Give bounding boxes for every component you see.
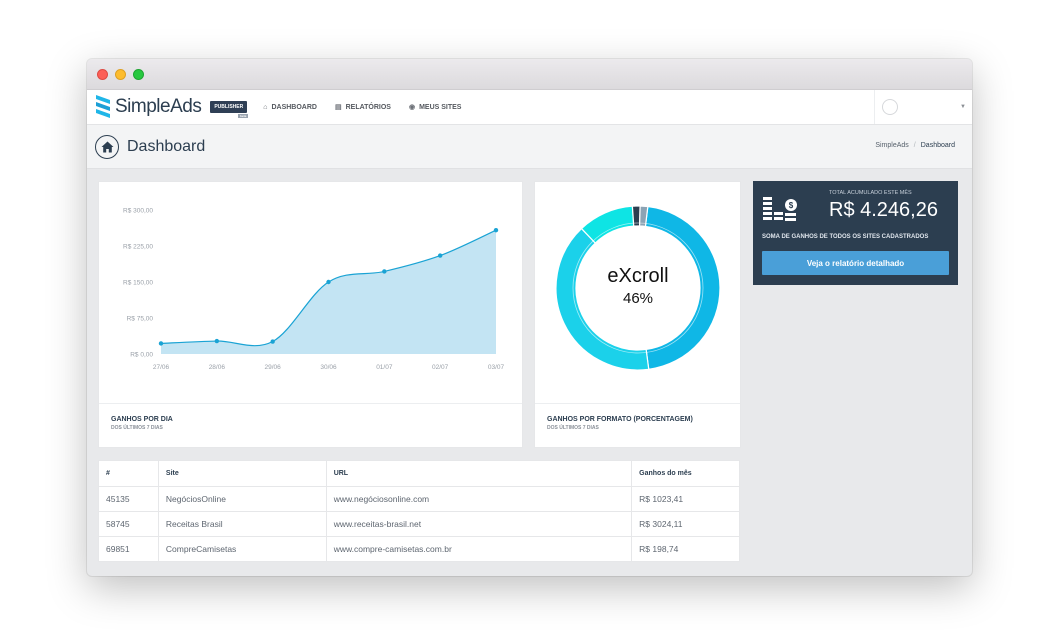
- y-tick-label: R$ 225,00: [123, 244, 153, 251]
- globe-icon: ◉: [408, 104, 416, 111]
- earnings-by-format-subtitle: DOS ÚLTIMOS 7 DIAS: [547, 425, 599, 431]
- view-detailed-report-button[interactable]: Veja o relatório detalhado: [762, 251, 949, 275]
- home-icon: ⌂: [263, 103, 268, 111]
- close-window-button[interactable]: [97, 69, 108, 80]
- data-point: [437, 253, 443, 258]
- main-nav: ⌂ DASHBOARD ▤ RELATÓRIOS ◉ MEUS SITES: [263, 103, 479, 112]
- page-header: Dashboard SimpleAds / Dashboard: [87, 125, 972, 169]
- publisher-badge-label: PUBLISHER: [214, 104, 244, 110]
- site-earnings: R$ 1023,41: [631, 486, 740, 512]
- file-icon: ▤: [334, 104, 342, 111]
- home-icon: [95, 134, 119, 159]
- data-point: [270, 339, 275, 344]
- column-header-earnings: Ganhos do mês: [631, 460, 740, 487]
- data-point: [382, 269, 387, 274]
- x-tick-label: 01/07: [376, 364, 393, 371]
- table-row[interactable]: 45135 NegóciosOnline www.negóciosonline.…: [98, 486, 740, 512]
- y-tick-label: R$ 0,00: [130, 352, 153, 359]
- monthly-total-value: R$ 4.246,26: [829, 199, 938, 221]
- x-tick-label: 29/06: [265, 364, 282, 371]
- site-name: Receitas Brasil: [157, 511, 327, 537]
- breadcrumb-current: Dashboard: [920, 142, 955, 149]
- monthly-total-label: TOTAL ACUMULADO ESTE MÊS: [829, 190, 912, 196]
- donut-slice: [644, 205, 721, 370]
- chevron-down-icon[interactable]: ▼: [960, 104, 966, 110]
- maximize-window-button[interactable]: [133, 69, 144, 80]
- nav-dashboard[interactable]: ⌂ DASHBOARD: [263, 103, 317, 111]
- earnings-by-format-title: GANHOS POR FORMATO (PORCENTAGEM): [547, 416, 693, 423]
- earnings-area-chart: R$ 300,00 R$ 225,00 R$ 150,00 R$ 75,00 R$ 0,…: [123, 208, 505, 372]
- app-window: SimpleAds PUBLISHER beta ⌂ DASHBOARD ▤ R…: [87, 59, 972, 576]
- nav-dashboard-label: DASHBOARD: [271, 103, 317, 111]
- donut-center-value: 46%: [623, 290, 653, 307]
- breadcrumb-separator: /: [913, 142, 916, 149]
- column-header-site: Site: [157, 460, 327, 487]
- x-tick-label: 02/07: [432, 364, 449, 371]
- sites-table: # Site URL Ganhos do mês 45135 NegóciosO…: [98, 460, 740, 562]
- svg-text:$: $: [789, 201, 794, 210]
- site-url: www.receitas-brasil.net: [325, 511, 633, 537]
- site-name: NegóciosOnline: [157, 486, 327, 512]
- earnings-per-day-footer: GANHOS POR DIA DOS ÚLTIMOS 7 DIAS: [99, 403, 522, 447]
- data-point: [326, 279, 331, 285]
- nav-meus-sites[interactable]: ◉ MEUS SITES: [408, 103, 462, 112]
- table-header-row: # Site URL Ganhos do mês: [98, 460, 740, 487]
- nav-relatorios[interactable]: ▤ RELATÓRIOS: [334, 103, 391, 112]
- site-url: www.negóciosonline.com: [325, 486, 633, 512]
- avatar[interactable]: [882, 99, 898, 115]
- monthly-total-panel: $ TOTAL ACUMULADO ESTE MÊS R$ 4.246,26 S…: [753, 181, 958, 285]
- top-navbar: SimpleAds PUBLISHER beta ⌂ DASHBOARD ▤ R…: [87, 90, 972, 125]
- earnings-by-format-card: eXcroll 46% GANHOS POR FORMATO (PORCENTAG…: [534, 181, 741, 448]
- table-row[interactable]: 69851 CompreCamisetas www.compre-camiset…: [98, 536, 740, 562]
- simpleads-logo-icon: [96, 95, 110, 118]
- nav-relatorios-label: RELATÓRIOS: [345, 103, 391, 111]
- x-tick-label: 28/06: [209, 364, 226, 371]
- earnings-donut-chart: eXcroll 46%: [555, 205, 721, 371]
- x-tick-label: 03/07: [488, 364, 505, 371]
- data-point: [158, 341, 164, 346]
- earnings-per-day-card: R$ 300,00 R$ 225,00 R$ 150,00 R$ 75,00 R$ 0,…: [98, 181, 523, 448]
- table-row[interactable]: 58745 Receitas Brasil www.receitas-brasi…: [98, 511, 740, 537]
- data-point: [214, 338, 220, 344]
- breadcrumb-home[interactable]: SimpleAds: [875, 142, 908, 149]
- site-name: CompreCamisetas: [157, 536, 327, 562]
- y-tick-label: R$ 150,00: [123, 280, 153, 287]
- brand-name: SimpleAds: [115, 96, 202, 117]
- donut-center-label: eXcroll: [607, 265, 668, 287]
- page-title: Dashboard: [127, 137, 206, 155]
- column-header-url: URL: [325, 460, 633, 487]
- data-point: [493, 227, 499, 233]
- site-id: 69851: [98, 536, 159, 562]
- column-header-id: #: [98, 460, 159, 487]
- user-menu[interactable]: ▼: [874, 90, 972, 124]
- donut-slice: [580, 205, 635, 244]
- publisher-badge: PUBLISHER beta: [210, 101, 249, 118]
- y-tick-label: R$ 300,00: [123, 208, 153, 215]
- site-id: 58745: [98, 511, 159, 537]
- coins-icon: $: [763, 197, 797, 221]
- site-id: 45135: [98, 486, 159, 512]
- beta-badge: beta: [238, 114, 249, 118]
- nav-meus-sites-label: MEUS SITES: [419, 103, 462, 111]
- brand-logo[interactable]: SimpleAds PUBLISHER beta: [94, 94, 249, 120]
- x-tick-label: 30/06: [320, 364, 337, 371]
- minimize-window-button[interactable]: [115, 69, 126, 80]
- x-tick-label: 27/06: [153, 364, 170, 371]
- y-tick-label: R$ 75,00: [127, 316, 154, 323]
- earnings-per-day-title: GANHOS POR DIA: [111, 416, 173, 423]
- site-url: www.compre-camisetas.com.br: [325, 536, 633, 562]
- earnings-per-day-subtitle: DOS ÚLTIMOS 7 DIAS: [111, 425, 163, 431]
- title-bar: [87, 59, 972, 90]
- earnings-area-fill: [161, 230, 496, 354]
- earnings-by-format-footer: GANHOS POR FORMATO (PORCENTAGEM) DOS ÚLT…: [535, 403, 740, 447]
- breadcrumb: SimpleAds / Dashboard: [875, 142, 955, 149]
- site-earnings: R$ 198,74: [631, 536, 740, 562]
- monthly-total-subtitle: SOMA DE GANHOS DE TODOS OS SITES CADASTR…: [762, 234, 929, 240]
- site-earnings: R$ 3024,11: [631, 511, 740, 537]
- house-icon: [101, 141, 113, 152]
